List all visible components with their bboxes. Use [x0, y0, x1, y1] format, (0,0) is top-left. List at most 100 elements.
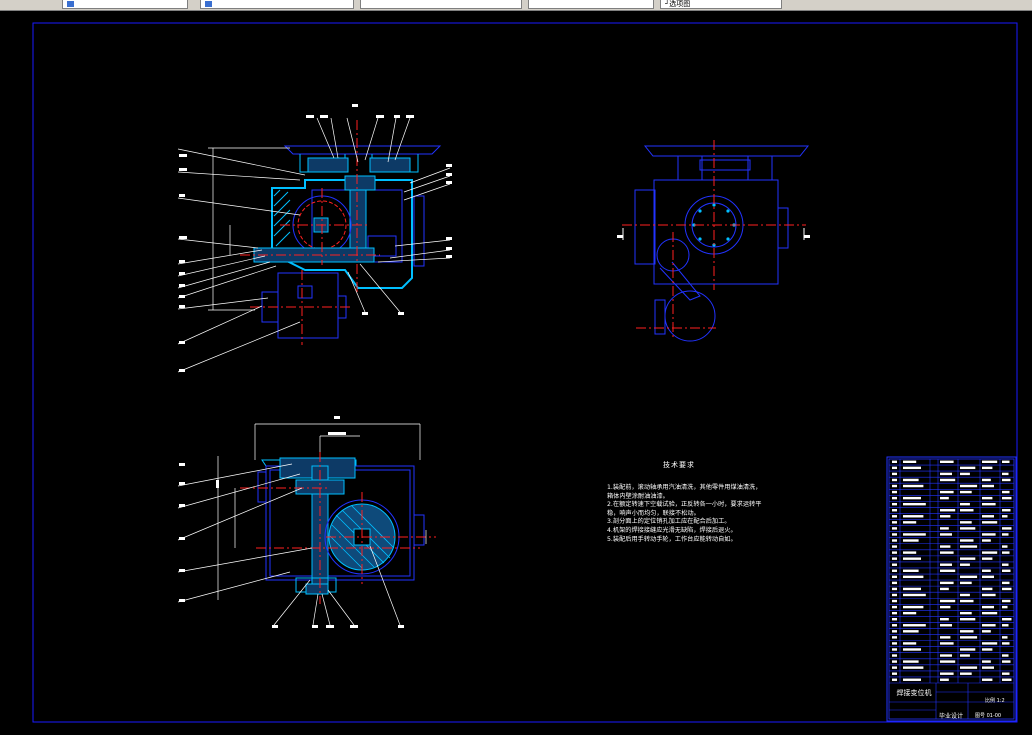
parts-cell-text: [960, 630, 974, 633]
drawing-border: [32, 22, 1018, 723]
parts-cell-text: [1002, 599, 1011, 603]
parts-cell-text: [960, 521, 972, 524]
parts-cell-text: [982, 660, 991, 663]
parts-cell-number: [892, 575, 897, 579]
parts-cell-number: [892, 563, 897, 566]
parts-cell-text: [1002, 551, 1010, 554]
parts-cell-text: [982, 666, 994, 669]
parts-cell-number: [892, 539, 897, 542]
parts-cell-number: [892, 521, 897, 524]
parts-cell-number: [892, 569, 897, 572]
parts-cell-text: [903, 496, 921, 500]
parts-cell-text: [940, 551, 954, 554]
parts-cell-number: [892, 551, 897, 554]
parts-cell-text: [940, 678, 949, 681]
parts-cell-number: [892, 472, 897, 476]
parts-cell-text: [960, 466, 976, 470]
parts-cell-number: [892, 618, 897, 621]
parts-cell-number: [892, 557, 897, 560]
parts-cell-number: [892, 460, 897, 463]
parts-cell-text: [960, 472, 970, 476]
parts-cell-text: [1002, 587, 1012, 591]
parts-cell-text: [903, 533, 926, 536]
parts-cell-number: [892, 648, 897, 651]
parts-cell-text: [940, 496, 949, 500]
parts-cell-text: [903, 539, 919, 542]
parts-cell-text: [903, 521, 917, 524]
document-tab-3[interactable]: [360, 0, 522, 9]
parts-cell-number: [892, 545, 897, 548]
parts-cell-text: [982, 642, 998, 645]
parts-cell-text: [982, 593, 996, 597]
parts-cell-text: [960, 502, 970, 506]
parts-cell-text: [940, 636, 951, 639]
parts-cell-text: [940, 624, 952, 627]
parts-cell-text: [940, 581, 954, 585]
parts-cell-text: [960, 545, 978, 548]
parts-cell-text: [1002, 563, 1009, 566]
document-tab-5[interactable]: ┘选项图: [660, 0, 782, 9]
parts-cell-text: [960, 575, 978, 579]
parts-cell-text: [982, 605, 994, 609]
document-tab-1[interactable]: [62, 0, 188, 9]
parts-cell-text: [1002, 460, 1010, 463]
parts-cell-text: [960, 648, 976, 651]
parts-cell-number: [892, 605, 897, 609]
parts-cell-text: [940, 599, 956, 603]
parts-cell-text: [903, 575, 924, 579]
parts-cell-text: [982, 539, 991, 542]
parts-cell-text: [960, 563, 970, 566]
parts-cell-number: [892, 630, 897, 633]
parts-cell-text: [1002, 624, 1009, 627]
parts-cell-text: [982, 569, 991, 572]
parts-cell-text: [903, 593, 926, 597]
requirement-line: 2.在额定转速下空载试验，正反转各一小时，要求运转平: [607, 501, 762, 509]
parts-cell-text: [940, 660, 956, 663]
parts-cell-text: [960, 611, 972, 615]
parts-cell-number: [892, 466, 897, 470]
parts-cell-text: [1002, 533, 1009, 536]
parts-cell-text: [940, 654, 952, 657]
parts-cell-text: [903, 666, 924, 669]
parts-cell-text: [982, 502, 996, 506]
parts-cell-text: [1002, 605, 1008, 609]
document-tab-2[interactable]: [200, 0, 354, 9]
parts-cell-text: [982, 515, 994, 518]
parts-cell-number: [892, 636, 897, 639]
document-tab-4[interactable]: [528, 0, 654, 9]
parts-cell-text: [903, 587, 921, 591]
parts-cell-number: [892, 624, 897, 627]
parts-cell-text: [903, 466, 921, 470]
parts-cell-number: [892, 642, 897, 645]
parts-cell-text: [903, 484, 924, 488]
parts-cell-text: [1002, 672, 1010, 675]
parts-cell-text: [960, 581, 972, 585]
parts-cell-text: [982, 466, 993, 470]
technical-requirements-title: 技术要求: [663, 461, 695, 469]
parts-cell-text: [960, 490, 972, 494]
parts-cell-text: [960, 539, 974, 542]
requirement-line: 5.装配后用手转动手轮，工作台应能转动自如。: [607, 535, 737, 543]
parts-cell-text: [1002, 509, 1011, 512]
parts-cell-number: [892, 527, 897, 530]
parts-cell-number: [892, 484, 897, 488]
parts-cell-text: [903, 515, 924, 518]
parts-cell-text: [940, 472, 952, 476]
parts-cell-text: [982, 460, 998, 463]
title-block-drawing-no: 图号 01-00: [975, 713, 1002, 719]
parts-cell-number: [892, 502, 897, 506]
parts-cell-text: [982, 496, 993, 500]
parts-cell-text: [1002, 490, 1010, 494]
parts-cell-text: [982, 624, 996, 627]
parts-cell-text: [940, 587, 949, 591]
parts-cell-number: [892, 515, 897, 518]
parts-cell-text: [940, 672, 954, 675]
parts-cell-number: [892, 509, 897, 512]
parts-cell-text: [940, 569, 956, 572]
parts-cell-text: [940, 618, 949, 621]
parts-cell-number: [892, 678, 897, 681]
cad-drawing-canvas[interactable]: 技术要求 1.装配前，滚动轴承用汽油清洗，其他零件用煤油清洗， 箱体内壁涂耐油油…: [0, 10, 1032, 735]
parts-cell-text: [960, 593, 970, 597]
parts-cell-text: [940, 642, 954, 645]
parts-cell-text: [903, 642, 917, 645]
